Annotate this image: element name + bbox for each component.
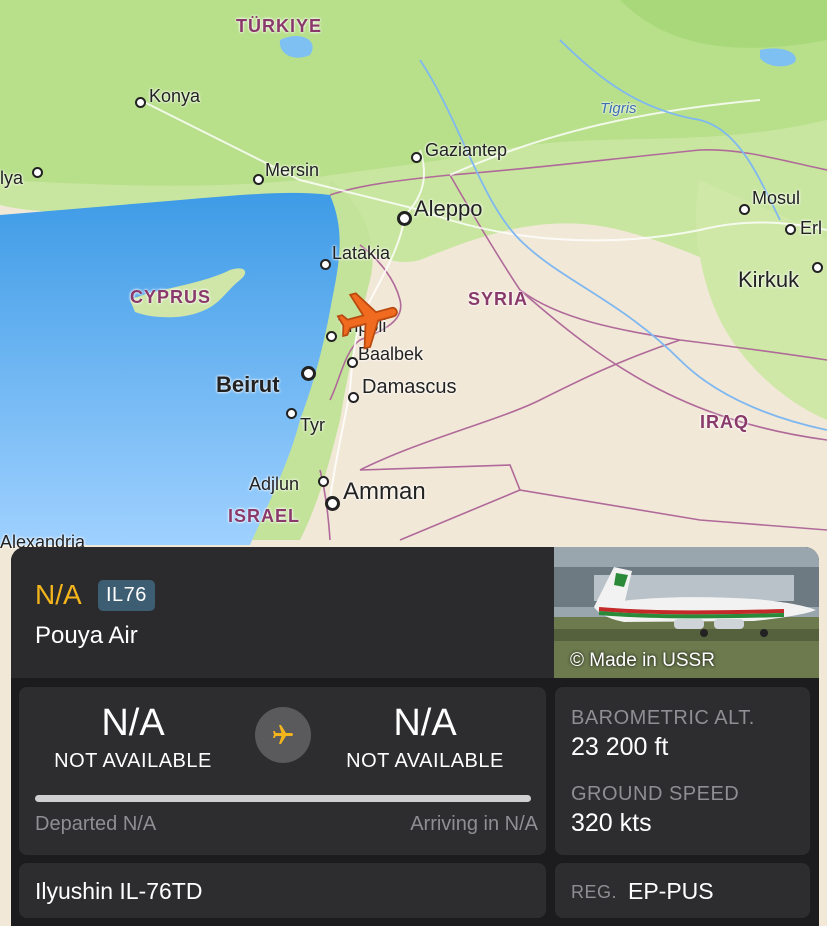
registration-value: EP-PUS: [628, 878, 714, 904]
map-label-gaziantep: Gaziantep: [425, 140, 508, 160]
destination-code: N/A: [393, 702, 457, 744]
callsign-label: N/A: [35, 579, 82, 610]
city-dot-tyr: [286, 408, 297, 419]
map-label-damascus: Damascus: [362, 376, 457, 398]
registration-label: REG.: [571, 882, 618, 902]
city-dot-latakia: [320, 259, 331, 270]
map-label-kirkuk: Kirkuk: [738, 267, 800, 292]
map-label-antalya: lya: [0, 168, 24, 188]
stats-card[interactable]: BAROMETRIC ALT. 23 200 ft GROUND SPEED 3…: [555, 687, 810, 855]
ground-speed-value: 320 kts: [571, 809, 652, 837]
city-dot-gaziantep: [411, 152, 422, 163]
aircraft-marker-icon[interactable]: [334, 285, 404, 355]
city-dot-amman: [325, 496, 340, 511]
map-label-erbil: Erl: [800, 218, 822, 238]
departed-label: Departed N/A: [35, 813, 157, 835]
map-label-israel: ISRAEL: [228, 506, 301, 526]
city-dot-mersin: [253, 174, 264, 185]
map-label-cyprus: CYPRUS: [130, 287, 212, 307]
map-label-tigris: Tigris: [600, 100, 637, 117]
city-dot-kirkuk: [812, 262, 823, 273]
ground-speed-label: GROUND SPEED: [571, 783, 740, 805]
map-label-turkiye: TÜRKIYE: [236, 16, 323, 36]
map-label-adjlun: Adjlun: [249, 474, 300, 494]
arriving-label: Arriving in N/A: [410, 813, 538, 835]
city-dot-erbil: [785, 224, 796, 235]
city-dot-beirut: [301, 366, 316, 381]
altitude-label: BAROMETRIC ALT.: [571, 707, 755, 729]
origin-code: N/A: [101, 702, 165, 744]
aircraft-model-card[interactable]: Ilyushin IL-76TD: [19, 863, 546, 918]
map-label-iraq: IRAQ: [700, 412, 749, 432]
city-dot-damascus: [348, 392, 359, 403]
airline-name: Pouya Air: [35, 622, 138, 649]
map-label-mersin: Mersin: [265, 160, 320, 180]
destination-name: NOT AVAILABLE: [346, 750, 504, 772]
flight-info-panel: N/A IL76 Pouya Air © Made in USSR N/A NO…: [11, 547, 819, 926]
flight-progress-bar: [35, 795, 531, 802]
city-dot-adjlun: [318, 476, 329, 487]
aircraft-type-badge: IL76: [98, 580, 155, 611]
map-label-konya: Konya: [149, 86, 201, 106]
map-label-mosul: Mosul: [752, 188, 801, 208]
photo-credit: © Made in USSR: [570, 650, 715, 671]
aircraft-model: Ilyushin IL-76TD: [35, 878, 203, 904]
city-dot-konya: [135, 97, 146, 108]
route-card[interactable]: N/A NOT AVAILABLE N/A NOT AVAILABLE Depa…: [19, 687, 546, 855]
aircraft-photo[interactable]: © Made in USSR: [554, 547, 819, 678]
map-label-latakia: Latakia: [332, 243, 391, 263]
route-plane-icon: [255, 707, 311, 763]
registration-card[interactable]: REG. EP-PUS: [555, 863, 810, 918]
map-label-syria: SYRIA: [468, 289, 529, 309]
city-dot-aleppo: [397, 211, 412, 226]
map-label-tyr: Tyr: [300, 415, 325, 435]
origin-name: NOT AVAILABLE: [54, 750, 212, 772]
map-label-beirut: Beirut: [216, 372, 280, 397]
city-dot-antalya: [32, 167, 43, 178]
map-label-aleppo: Aleppo: [414, 196, 483, 221]
city-dot-mosul: [739, 204, 750, 215]
altitude-value: 23 200 ft: [571, 733, 669, 761]
map-label-amman: Amman: [343, 478, 426, 505]
flight-header[interactable]: N/A IL76 Pouya Air: [11, 547, 554, 678]
